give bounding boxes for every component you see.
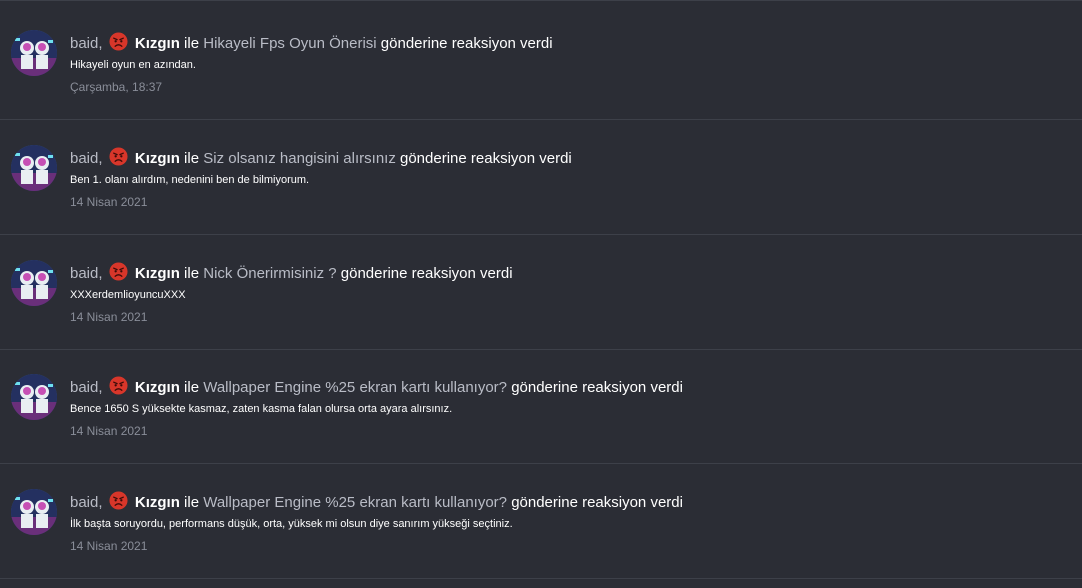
username-link[interactable]: baid, [70, 494, 103, 511]
user-avatar[interactable] [11, 374, 57, 420]
reaction-name: Kızgın [134, 379, 180, 396]
alert-item[interactable]: baid, Kızgın ile Wallpaper Engine %25 ek… [0, 465, 1082, 579]
alert-list: baid, Kızgın ile Hikayeli Fps Oyun Öneri… [0, 0, 1082, 588]
alert-action-text: gönderine reaksiyon verdi [511, 494, 683, 511]
angry-face-icon [109, 32, 128, 51]
post-snippet: XXXerdemlioyuncuXXX [70, 289, 186, 301]
username-link[interactable]: baid, [70, 35, 103, 52]
alert-text: baid, Kızgın ile Nick Önerirmisiniz ? gö… [70, 262, 513, 283]
username-link[interactable]: baid, [70, 150, 103, 167]
reaction-name: Kızgın [134, 494, 180, 511]
alert-date: 14 Nisan 2021 [70, 539, 148, 553]
alert-date: 14 Nisan 2021 [70, 424, 148, 438]
post-snippet: İlk başta soruyordu, performans düşük, o… [70, 518, 513, 530]
alert-date: 14 Nisan 2021 [70, 195, 148, 209]
alert-date: Çarşamba, 18:37 [70, 80, 163, 94]
user-avatar[interactable] [11, 489, 57, 535]
reaction-name: Kızgın [134, 265, 180, 282]
alert-action-text: gönderine reaksiyon verdi [380, 35, 553, 52]
thread-link[interactable]: Siz olsanız hangisini alırsınız [203, 150, 396, 167]
reaction-name: Kızgın [134, 150, 180, 167]
post-snippet: Ben 1. olanı alırdım, nedenini ben de bi… [70, 174, 310, 186]
connector-text: ile [184, 35, 200, 52]
username-link[interactable]: baid, [70, 265, 103, 282]
angry-face-icon [109, 262, 128, 281]
alert-item[interactable]: baid, Kızgın ile Nick Önerirmisiniz ? gö… [0, 236, 1082, 350]
angry-face-icon [109, 147, 128, 166]
user-avatar[interactable] [11, 30, 57, 76]
alert-action-text: gönderine reaksiyon verdi [400, 150, 572, 167]
connector-text: ile [184, 494, 200, 511]
reaction-name: Kızgın [134, 35, 180, 52]
alert-action-text: gönderine reaksiyon verdi [511, 379, 683, 396]
alert-action-text: gönderine reaksiyon verdi [340, 265, 513, 282]
post-snippet: Bence 1650 S yüksekte kasmaz, zaten kasm… [70, 403, 453, 415]
alert-text: baid, Kızgın ile Wallpaper Engine %25 ek… [70, 491, 683, 512]
post-snippet: Hikayeli oyun en azından. [70, 59, 196, 71]
alert-date: 14 Nisan 2021 [70, 310, 148, 324]
thread-link[interactable]: Wallpaper Engine %25 ekran kartı kullanı… [203, 494, 507, 511]
angry-face-icon [109, 376, 128, 395]
alert-item[interactable]: baid, Kızgın ile Hikayeli Fps Oyun Öneri… [0, 6, 1082, 120]
alert-item[interactable]: baid, Kızgın ile Siz olsanız hangisini a… [0, 121, 1082, 235]
thread-link[interactable]: Nick Önerirmisiniz ? [203, 265, 336, 282]
thread-link[interactable]: Hikayeli Fps Oyun Önerisi [203, 35, 376, 52]
alert-text: baid, Kızgın ile Siz olsanız hangisini a… [70, 147, 572, 168]
connector-text: ile [184, 379, 200, 396]
alert-text: baid, Kızgın ile Wallpaper Engine %25 ek… [70, 376, 683, 397]
alert-text: baid, Kızgın ile Hikayeli Fps Oyun Öneri… [70, 32, 553, 53]
alert-item[interactable]: baid, Kızgın ile Wallpaper Engine %25 ek… [0, 350, 1082, 464]
connector-text: ile [184, 265, 200, 282]
user-avatar[interactable] [11, 145, 57, 191]
thread-link[interactable]: Wallpaper Engine %25 ekran kartı kullanı… [203, 379, 507, 396]
username-link[interactable]: baid, [70, 379, 103, 396]
connector-text: ile [184, 150, 200, 167]
user-avatar[interactable] [11, 260, 57, 306]
angry-face-icon [109, 491, 128, 510]
